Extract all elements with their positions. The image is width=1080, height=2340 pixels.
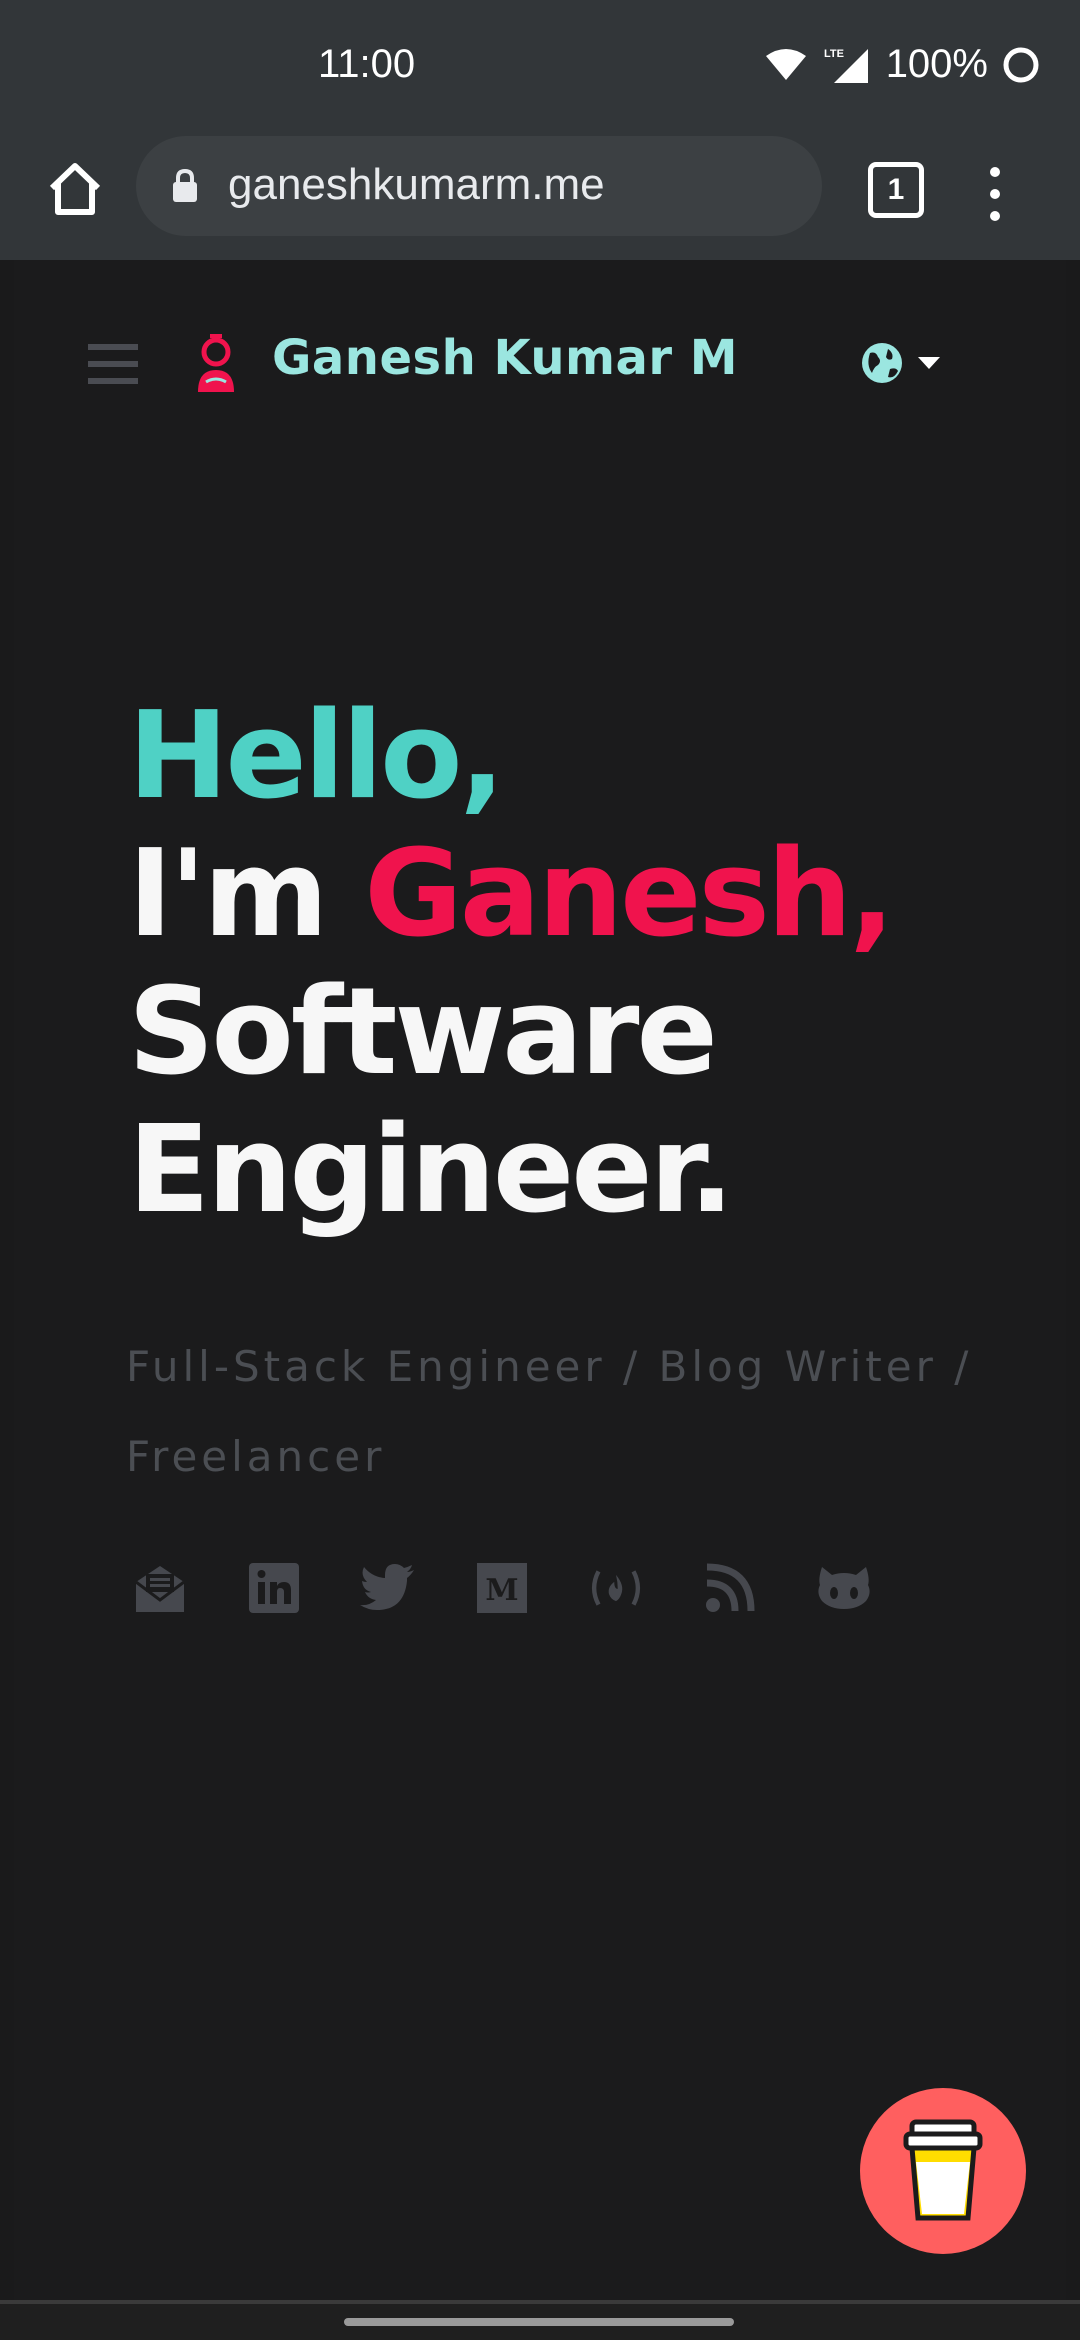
hero-greeting: Hello, bbox=[128, 687, 505, 826]
rss-icon bbox=[706, 1563, 755, 1612]
social-email[interactable] bbox=[132, 1560, 188, 1616]
url-text: ganeshkumarm.me bbox=[228, 160, 605, 209]
status-icons: LTE 100% bbox=[764, 42, 1040, 87]
hero-intro-line: I'm Ganesh, bbox=[128, 826, 1028, 964]
system-navigation-bar bbox=[0, 2300, 1080, 2340]
social-links: M bbox=[132, 1560, 872, 1616]
status-time: 11:00 bbox=[318, 42, 416, 86]
cell-signal-icon: LTE bbox=[824, 48, 868, 83]
address-bar[interactable]: ganeshkumarm.me bbox=[136, 136, 822, 236]
status-bar: 11:00 LTE 100% bbox=[0, 0, 1080, 132]
tab-switcher-button[interactable]: 1 bbox=[868, 162, 924, 218]
hero-role-line2: Engineer. bbox=[128, 1101, 734, 1240]
twitter-icon bbox=[360, 1564, 414, 1610]
wifi-icon bbox=[765, 48, 806, 80]
home-icon[interactable] bbox=[44, 158, 106, 220]
chevron-down-icon bbox=[918, 357, 940, 369]
lock-icon bbox=[173, 168, 197, 202]
social-rss[interactable] bbox=[702, 1560, 758, 1616]
github-icon bbox=[818, 1567, 870, 1609]
coffee-cup-icon bbox=[903, 2119, 983, 2221]
phone-screen: 11:00 LTE 100% ganeshkumarm.me 1 Ganesh … bbox=[0, 0, 1080, 2340]
web-page: Ganesh Kumar M Hello, I'm Ganesh, Softwa… bbox=[14, 260, 1066, 2322]
site-name[interactable]: Ganesh Kumar M bbox=[272, 330, 738, 386]
battery-icon bbox=[1003, 47, 1039, 82]
globe-icon bbox=[862, 343, 902, 383]
hero-intro: I'm bbox=[128, 825, 328, 964]
hero-tagline: Full-Stack Engineer / Blog Writer / Free… bbox=[126, 1342, 973, 1481]
freecodecamp-icon bbox=[591, 1570, 641, 1606]
gesture-handle[interactable] bbox=[344, 2318, 734, 2326]
svg-text:LTE: LTE bbox=[824, 48, 844, 60]
social-linkedin[interactable] bbox=[246, 1560, 302, 1616]
more-options-icon[interactable] bbox=[980, 162, 1010, 226]
medium-icon: M bbox=[477, 1563, 527, 1613]
hero-section: Hello, I'm Ganesh, Software Engineer. bbox=[128, 688, 1028, 1240]
battery-percent: 100% bbox=[885, 42, 988, 86]
linkedin-icon bbox=[249, 1563, 299, 1613]
language-switcher[interactable] bbox=[860, 338, 970, 388]
hamburger-menu-icon[interactable] bbox=[88, 342, 138, 386]
site-header: Ganesh Kumar M bbox=[14, 260, 1066, 460]
site-logo-icon[interactable] bbox=[194, 332, 238, 394]
buy-me-a-coffee-button[interactable] bbox=[860, 2088, 1026, 2254]
social-twitter[interactable] bbox=[360, 1560, 416, 1616]
email-icon bbox=[135, 1566, 185, 1612]
social-github[interactable] bbox=[816, 1560, 872, 1616]
social-freecodecamp[interactable] bbox=[588, 1560, 644, 1616]
hero-role-line1: Software bbox=[128, 963, 718, 1102]
svg-text:M: M bbox=[485, 1573, 518, 1608]
social-medium[interactable]: M bbox=[474, 1560, 530, 1616]
browser-toolbar: ganeshkumarm.me 1 bbox=[0, 132, 1080, 260]
hero-first-name: Ganesh, bbox=[364, 825, 895, 964]
